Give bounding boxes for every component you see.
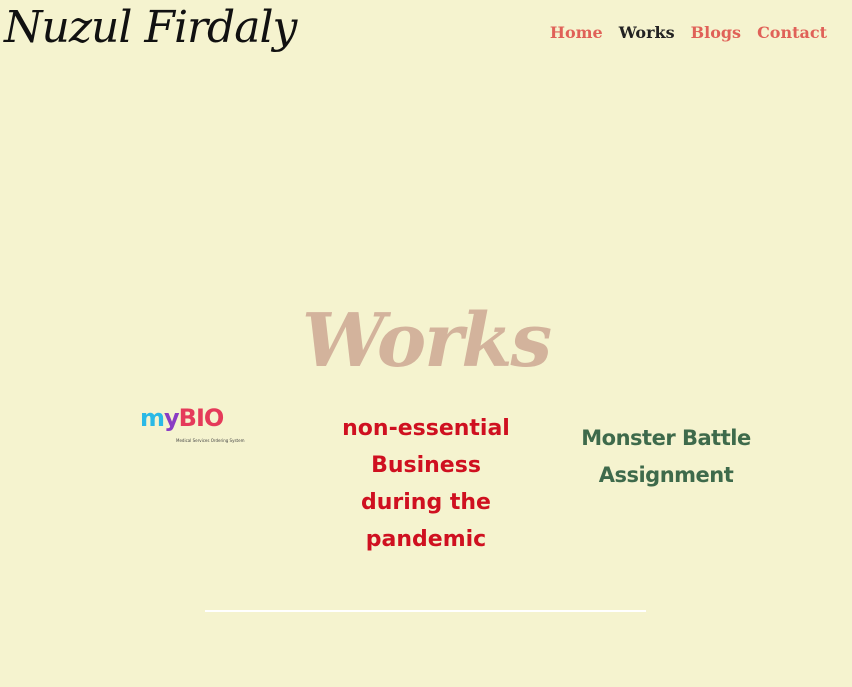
work-card-monster-battle[interactable]: Monster Battle Assignment <box>566 420 766 494</box>
page-title: Works <box>301 298 552 384</box>
mybio-logo-y: y <box>164 404 180 432</box>
mybio-logo: myBIO <box>140 404 260 432</box>
work-card-mybio[interactable]: myBIO Medical Services Ordering System <box>140 404 260 448</box>
mybio-logo-b: B <box>178 404 197 432</box>
nav-contact-link[interactable]: Contact <box>757 22 827 44</box>
mybio-logo-m: m <box>140 404 165 432</box>
nav-blogs-link[interactable]: Blogs <box>691 22 741 44</box>
mybio-tagline: Medical Services Ordering System <box>176 438 245 443</box>
nav-home-link[interactable]: Home <box>550 22 603 44</box>
nav-works-link[interactable]: Works <box>619 22 675 44</box>
site-brand[interactable]: Nuzul Firdaly <box>4 2 297 54</box>
main-nav: Home Works Blogs Contact <box>550 22 827 44</box>
work-card-business[interactable]: non-essential Business during the pandem… <box>340 410 512 558</box>
section-divider <box>205 610 646 612</box>
mybio-logo-io: IO <box>195 404 224 432</box>
